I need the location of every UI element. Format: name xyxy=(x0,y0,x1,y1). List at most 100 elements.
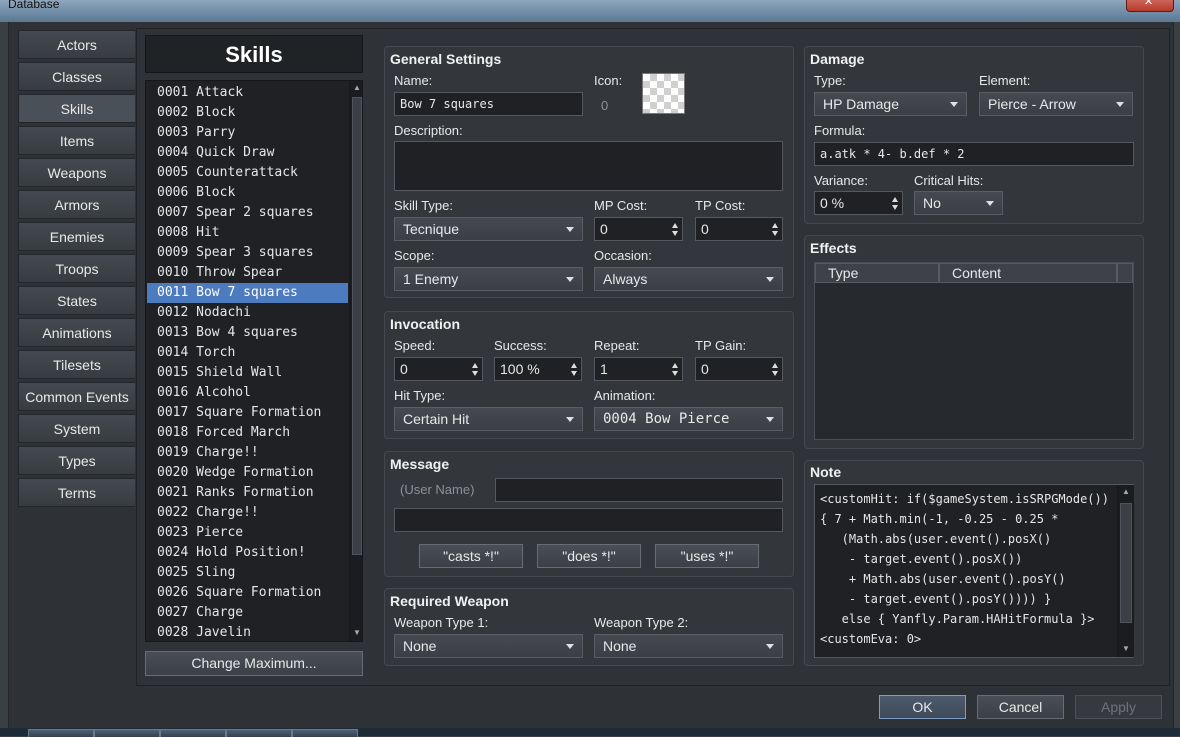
uses-template-button[interactable]: "uses *!" xyxy=(655,544,759,568)
category-tab-terms[interactable]: Terms xyxy=(18,478,135,507)
skill-list-item[interactable]: 0009 Spear 3 squares xyxy=(154,243,349,263)
scope-select[interactable]: 1 Enemy xyxy=(394,267,583,291)
category-tab-tilesets[interactable]: Tilesets xyxy=(18,350,135,379)
skill-list-item[interactable]: 0001 Attack xyxy=(154,83,349,103)
icon-label: Icon: xyxy=(594,73,623,88)
success-spinner[interactable]: 100 % xyxy=(494,357,582,381)
does-template-button[interactable]: "does *!" xyxy=(537,544,641,568)
category-tab-common-events[interactable]: Common Events xyxy=(18,382,135,411)
skill-list-item[interactable]: 0012 Nodachi xyxy=(154,303,349,323)
speed-label: Speed: xyxy=(394,338,436,353)
tp-cost-spinner[interactable]: 0 xyxy=(695,217,783,241)
category-tab-states[interactable]: States xyxy=(18,286,135,315)
category-tab-classes[interactable]: Classes xyxy=(18,62,135,91)
skill-list-item[interactable]: 0011 Bow 7 squares xyxy=(147,283,348,303)
skill-list-item[interactable]: 0023 Pierce xyxy=(154,523,349,543)
speed-spinner[interactable]: 0 xyxy=(394,357,483,381)
weapon-type2-select[interactable]: None xyxy=(594,634,783,658)
skill-type-label: Skill Type: xyxy=(394,198,454,213)
mp-cost-spinner[interactable]: 0 xyxy=(594,217,683,241)
close-button[interactable] xyxy=(1126,0,1174,12)
skill-list-item[interactable]: 0010 Throw Spear xyxy=(154,263,349,283)
weapon-type2-label: Weapon Type 2: xyxy=(594,615,689,630)
skill-list-item[interactable]: 0005 Counterattack xyxy=(154,163,349,183)
skill-list-item[interactable]: 0004 Quick Draw xyxy=(154,143,349,163)
note-textarea[interactable]: ▲ ▼ <customHit: if($gameSystem.isSRPGMod… xyxy=(814,484,1134,658)
list-header: Skills xyxy=(145,35,363,73)
category-tab-actors[interactable]: Actors xyxy=(18,30,135,59)
animation-select[interactable]: 0004 Bow Pierce xyxy=(594,407,783,431)
note-scrollbar[interactable]: ▲ ▼ xyxy=(1117,485,1134,657)
category-tab-weapons[interactable]: Weapons xyxy=(18,158,135,187)
cancel-button[interactable]: Cancel xyxy=(977,695,1064,719)
description-field[interactable] xyxy=(394,141,783,191)
repeat-spinner[interactable]: 1 xyxy=(594,357,683,381)
skill-list-item[interactable]: 0027 Charge xyxy=(154,603,349,623)
skill-list-item[interactable]: 0019 Charge!! xyxy=(154,443,349,463)
ok-button[interactable]: OK xyxy=(879,695,966,719)
variance-spinner[interactable]: 0 % xyxy=(814,191,903,215)
skill-list-item[interactable]: 0008 Hit xyxy=(154,223,349,243)
required-weapon-title: Required Weapon xyxy=(390,593,509,609)
category-tab-items[interactable]: Items xyxy=(18,126,135,155)
name-field[interactable]: Bow 7 squares xyxy=(394,92,583,116)
element-select[interactable]: Pierce - Arrow xyxy=(979,92,1133,116)
tp-gain-spinner[interactable]: 0 xyxy=(695,357,783,381)
note-line: - target.event().posX()) xyxy=(820,552,1023,566)
skill-list-item[interactable]: 0017 Square Formation xyxy=(154,403,349,423)
change-maximum-button[interactable]: Change Maximum... xyxy=(145,651,363,676)
tp-gain-value: 0 xyxy=(701,361,709,377)
skill-list-item[interactable]: 0007 Spear 2 squares xyxy=(154,203,349,223)
effects-table[interactable] xyxy=(814,262,1134,440)
skill-list-item[interactable]: 0025 Sling xyxy=(154,563,349,583)
category-tab-types[interactable]: Types xyxy=(18,446,135,475)
weapon-type1-select[interactable]: None xyxy=(394,634,583,658)
skill-list-item[interactable]: 0018 Forced March xyxy=(154,423,349,443)
category-tab-troops[interactable]: Troops xyxy=(18,254,135,283)
scroll-up-arrow-icon[interactable]: ▲ xyxy=(350,81,362,95)
skill-list-item[interactable]: 0028 Javelin xyxy=(154,623,349,641)
mp-cost-label: MP Cost: xyxy=(594,198,648,213)
category-tab-system[interactable]: System xyxy=(18,414,135,443)
skill-list-item[interactable]: 0016 Alcohol xyxy=(154,383,349,403)
skill-icon-picker[interactable] xyxy=(642,73,685,114)
note-scroll-thumb[interactable] xyxy=(1120,503,1132,623)
skill-list-item[interactable]: 0013 Bow 4 squares xyxy=(154,323,349,343)
category-tab-animations[interactable]: Animations xyxy=(18,318,135,347)
message-line2-field[interactable] xyxy=(394,508,783,532)
note-scroll-up-icon[interactable]: ▲ xyxy=(1118,485,1134,499)
note-line: + Math.abs(user.event().posY() xyxy=(820,572,1066,586)
skill-list-item[interactable]: 0015 Shield Wall xyxy=(154,363,349,383)
formula-field[interactable]: a.atk * 4- b.def * 2 xyxy=(814,142,1134,166)
category-tab-armors[interactable]: Armors xyxy=(18,190,135,219)
casts-template-button[interactable]: "casts *!" xyxy=(419,544,523,568)
skill-list-item[interactable]: 0003 Parry xyxy=(154,123,349,143)
hit-type-select[interactable]: Certain Hit xyxy=(394,407,583,431)
list-scrollbar[interactable]: ▲ ▼ xyxy=(349,81,362,641)
speed-value: 0 xyxy=(400,361,408,377)
skill-list-item[interactable]: 0002 Block xyxy=(154,103,349,123)
note-scroll-down-icon[interactable]: ▼ xyxy=(1118,642,1134,656)
scroll-down-arrow-icon[interactable]: ▼ xyxy=(350,626,362,640)
skill-type-select[interactable]: Tecnique xyxy=(394,217,583,241)
skill-list-item[interactable]: 0022 Charge!! xyxy=(154,503,349,523)
skill-list-item[interactable]: 0014 Torch xyxy=(154,343,349,363)
apply-button[interactable]: Apply xyxy=(1075,695,1162,719)
category-tab-enemies[interactable]: Enemies xyxy=(18,222,135,251)
tp-gain-label: TP Gain: xyxy=(695,338,747,353)
skill-list-item[interactable]: 0026 Square Formation xyxy=(154,583,349,603)
skill-list-item[interactable]: 0024 Hold Position! xyxy=(154,543,349,563)
message-line1-field[interactable] xyxy=(495,478,783,502)
occasion-select[interactable]: Always xyxy=(594,267,783,291)
skill-list-item[interactable]: 0020 Wedge Formation xyxy=(154,463,349,483)
formula-label: Formula: xyxy=(814,123,866,138)
damage-type-select[interactable]: HP Damage xyxy=(814,92,967,116)
skill-list-item[interactable]: 0006 Block xyxy=(154,183,349,203)
skill-list[interactable]: ▲ ▼ 0001 Attack 0002 Block 0003 Parry 0004 … xyxy=(145,80,363,642)
effects-col-content[interactable]: Content xyxy=(939,263,1117,283)
category-tab-skills[interactable]: Skills xyxy=(18,94,135,123)
effects-col-type[interactable]: Type xyxy=(815,263,939,283)
skill-list-item[interactable]: 0021 Ranks Formation xyxy=(154,483,349,503)
list-scroll-thumb[interactable] xyxy=(352,97,362,555)
critical-hits-select[interactable]: No xyxy=(914,191,1003,215)
